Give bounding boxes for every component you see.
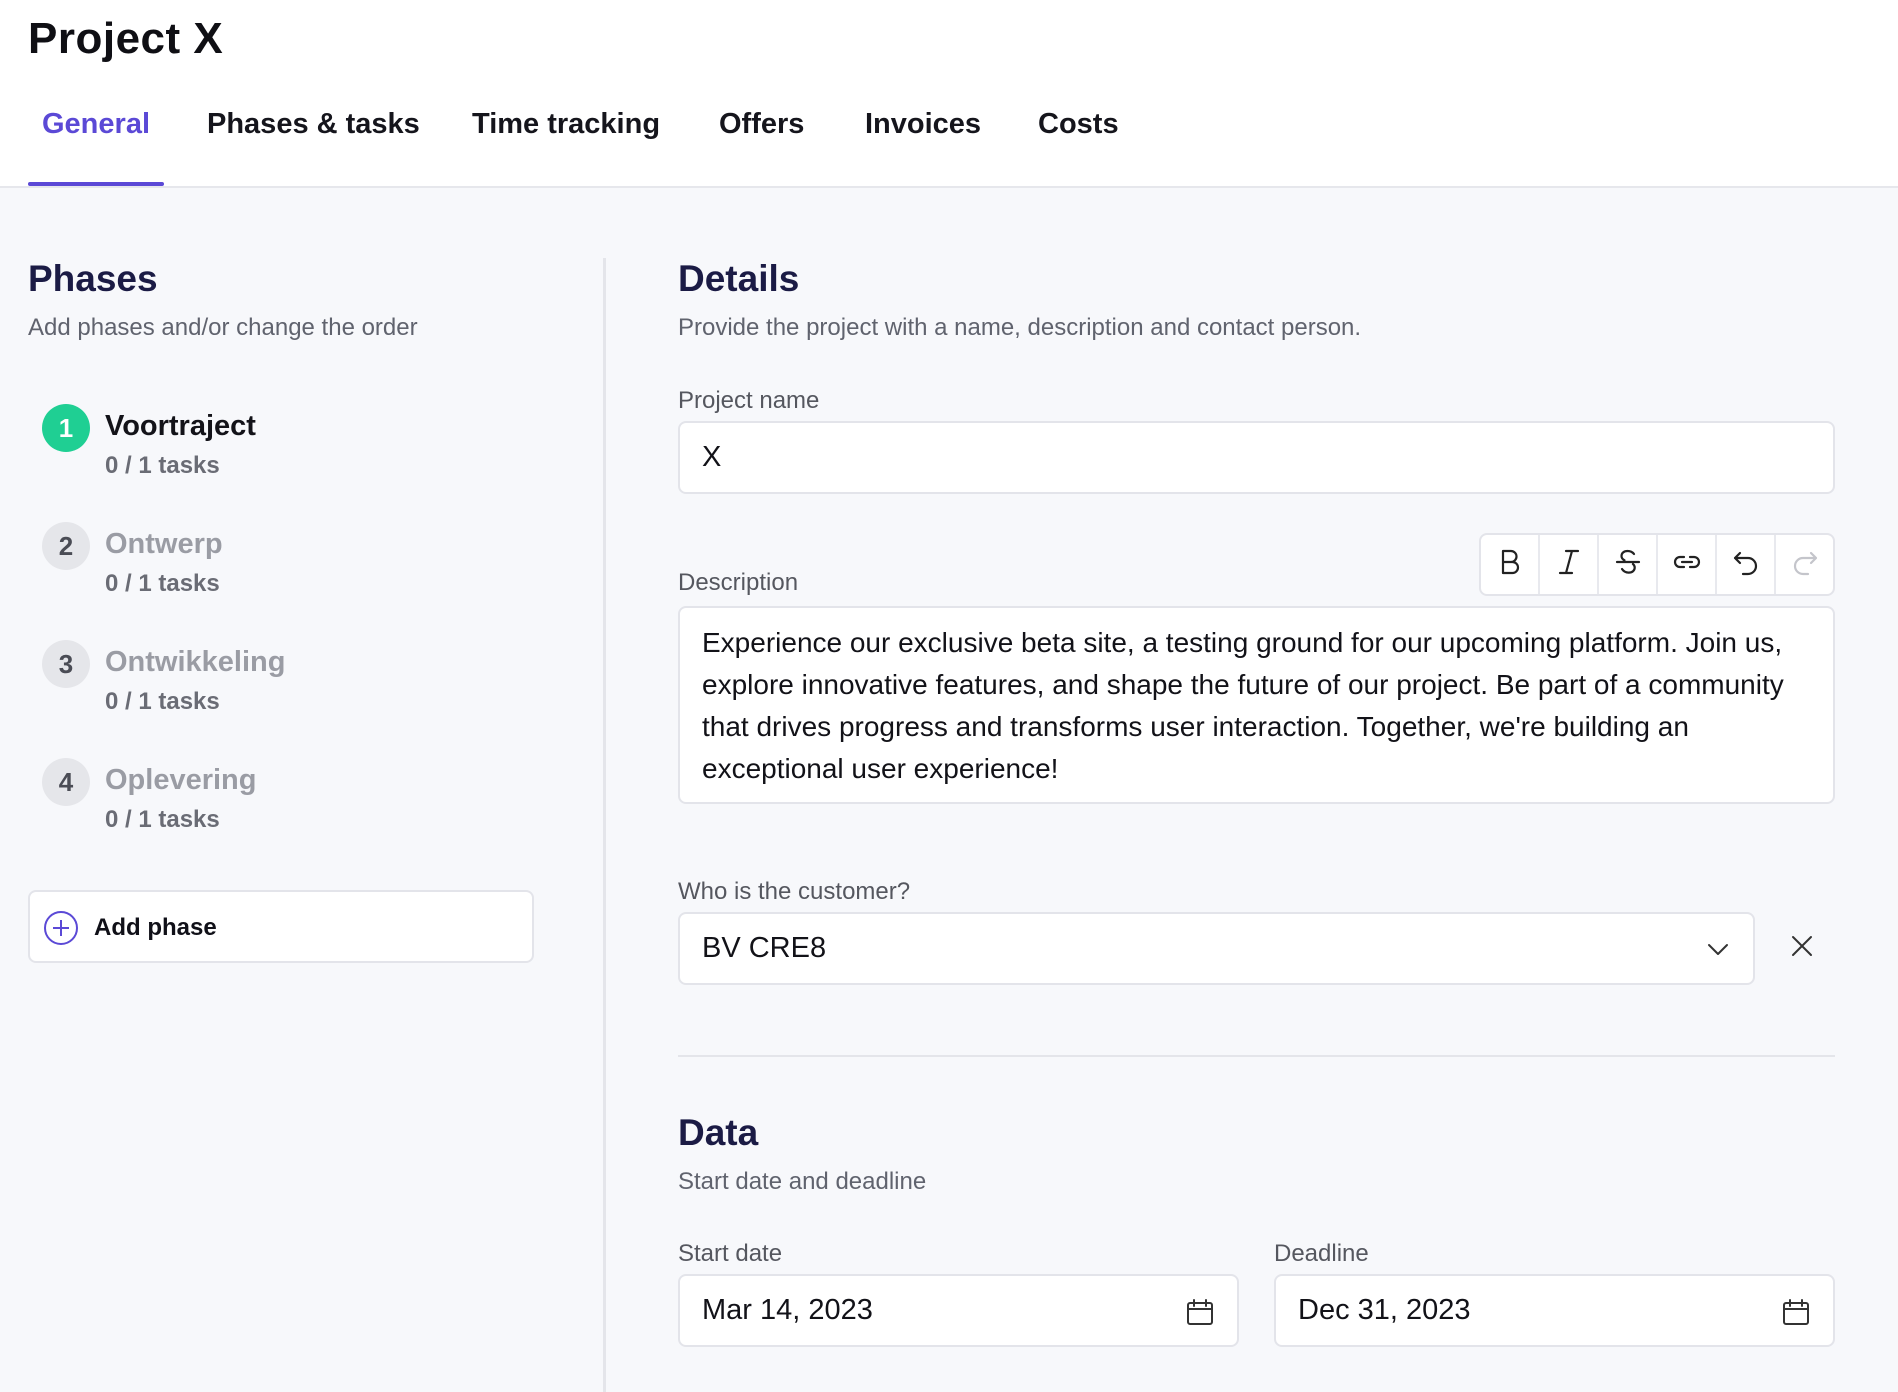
calendar-icon (1781, 1297, 1811, 1335)
phase-name: Voortraject (105, 410, 256, 442)
start-date-value: Mar 14, 2023 (702, 1294, 873, 1326)
deadline-value: Dec 31, 2023 (1298, 1294, 1471, 1326)
customer-label: Who is the customer? (678, 878, 911, 905)
redo-button[interactable] (1776, 535, 1833, 594)
data-subtitle: Start date and deadline (678, 1168, 927, 1195)
link-icon (1672, 547, 1702, 582)
start-date-label: Start date (678, 1240, 783, 1267)
phase-name: Oplevering (105, 764, 257, 796)
tab-costs[interactable]: Costs (1038, 108, 1119, 141)
strikethrough-icon (1614, 547, 1642, 582)
phase-number-badge: 4 (42, 758, 90, 806)
add-phase-button[interactable]: Add phase (28, 890, 534, 963)
data-title: Data (678, 1112, 759, 1153)
close-icon (1789, 933, 1815, 964)
tab-phases-tasks[interactable]: Phases & tasks (207, 108, 420, 141)
phase-number-badge: 2 (42, 522, 90, 570)
add-phase-label: Add phase (94, 914, 217, 941)
phase-task-count: 0 / 1 tasks (105, 570, 220, 597)
details-subtitle: Provide the project with a name, descrip… (678, 314, 1362, 341)
rich-text-toolbar (1479, 533, 1835, 596)
column-divider (603, 258, 606, 1392)
section-divider (678, 1055, 1835, 1057)
customer-value: BV CRE8 (702, 932, 827, 964)
undo-button[interactable] (1717, 535, 1776, 594)
project-name-value: X (702, 441, 722, 473)
project-name-input[interactable]: X (678, 421, 1835, 494)
redo-icon (1790, 547, 1820, 582)
phase-number-badge: 3 (42, 640, 90, 688)
description-label: Description (678, 569, 799, 596)
top-bar: Project X General Phases & tasks Time tr… (0, 0, 1898, 188)
phase-item[interactable]: 1 Voortraject 0 / 1 tasks (42, 404, 562, 494)
start-date-input[interactable]: Mar 14, 2023 (678, 1274, 1239, 1347)
customer-select[interactable]: BV CRE8 (678, 912, 1755, 985)
bold-button[interactable] (1481, 535, 1540, 594)
page-title: Project X (28, 14, 224, 63)
clear-customer-button[interactable] (1784, 930, 1820, 966)
bold-icon (1497, 547, 1523, 582)
tab-general[interactable]: General (42, 108, 150, 141)
phase-name: Ontwerp (105, 528, 223, 560)
deadline-label: Deadline (1274, 1240, 1369, 1267)
tab-offers[interactable]: Offers (719, 108, 804, 141)
strikethrough-button[interactable] (1599, 535, 1658, 594)
italic-icon (1556, 547, 1582, 582)
phase-task-count: 0 / 1 tasks (105, 806, 220, 833)
phase-item[interactable]: 4 Oplevering 0 / 1 tasks (42, 758, 562, 848)
tab-bar: General Phases & tasks Time tracking Off… (0, 100, 1898, 188)
tab-invoices[interactable]: Invoices (865, 108, 981, 141)
phase-item[interactable]: 2 Ontwerp 0 / 1 tasks (42, 522, 562, 612)
phase-name: Ontwikkeling (105, 646, 286, 678)
tab-time-tracking[interactable]: Time tracking (472, 108, 660, 141)
plus-circle-icon (44, 911, 78, 945)
deadline-input[interactable]: Dec 31, 2023 (1274, 1274, 1835, 1347)
description-textarea[interactable]: Experience our exclusive beta site, a te… (678, 606, 1835, 804)
chevron-down-icon (1705, 934, 1731, 972)
phases-subtitle: Add phases and/or change the order (28, 314, 418, 341)
phases-title: Phases (28, 258, 158, 299)
link-button[interactable] (1658, 535, 1717, 594)
phase-task-count: 0 / 1 tasks (105, 452, 220, 479)
calendar-icon (1185, 1297, 1215, 1335)
details-title: Details (678, 258, 800, 299)
phase-task-count: 0 / 1 tasks (105, 688, 220, 715)
undo-icon (1731, 547, 1761, 582)
active-tab-indicator (28, 182, 164, 186)
italic-button[interactable] (1540, 535, 1599, 594)
phase-number-badge: 1 (42, 404, 90, 452)
project-name-label: Project name (678, 387, 820, 414)
phase-item[interactable]: 3 Ontwikkeling 0 / 1 tasks (42, 640, 562, 730)
